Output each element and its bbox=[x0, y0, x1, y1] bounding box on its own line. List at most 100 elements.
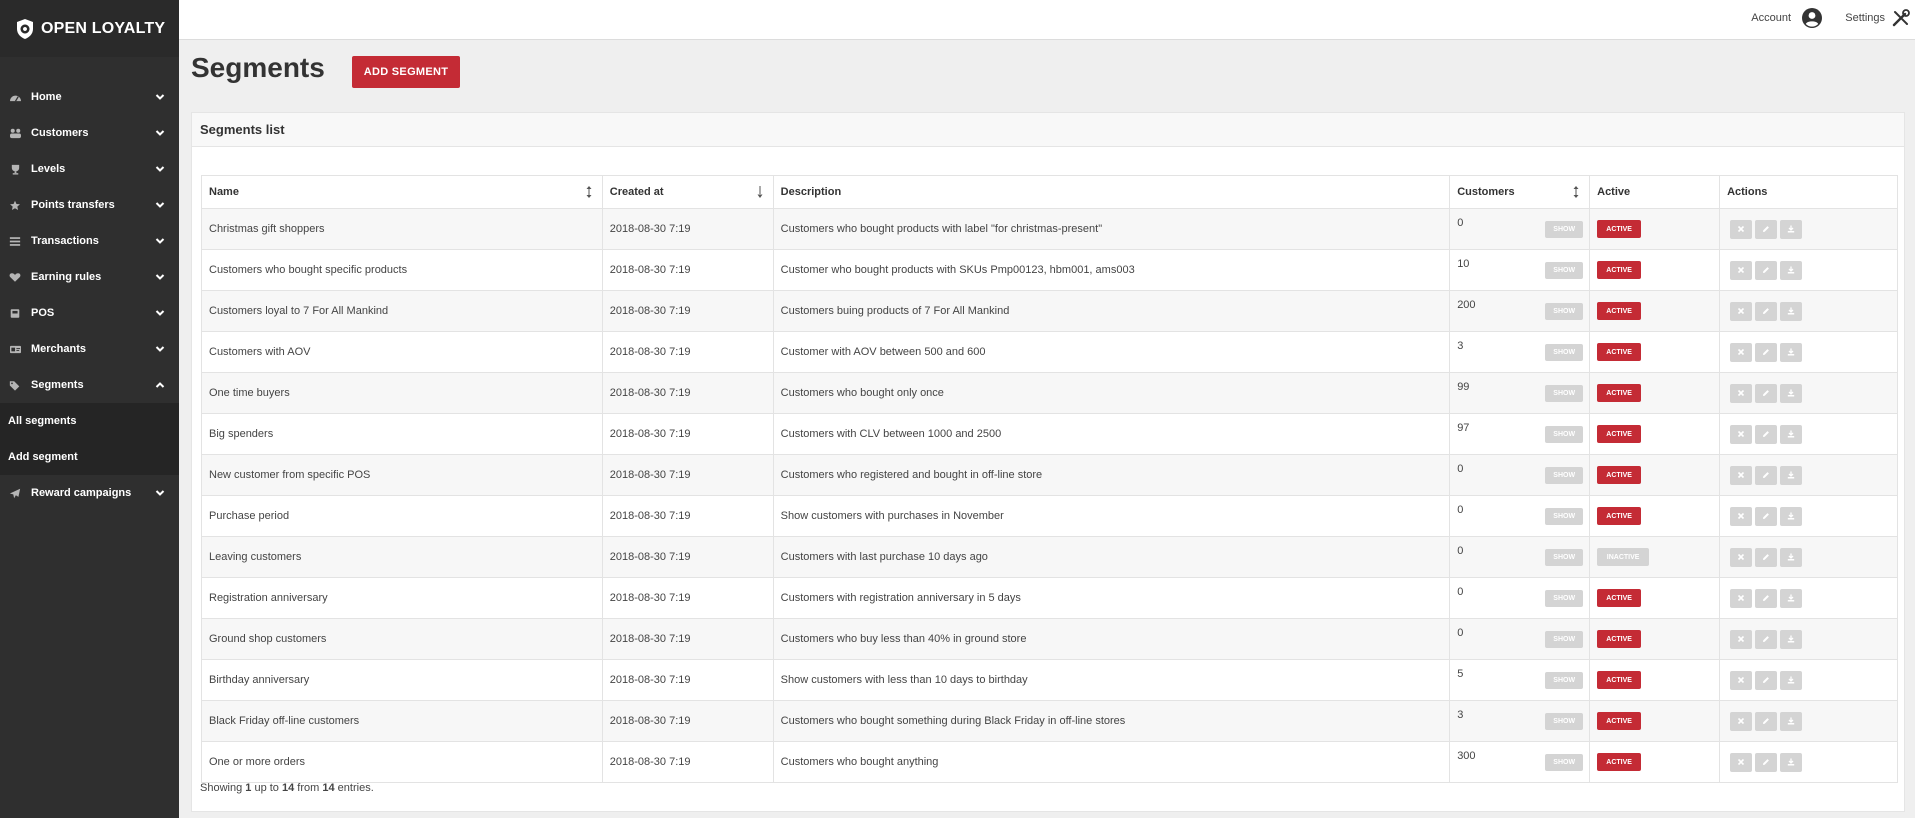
column-header-customers[interactable]: Customers bbox=[1449, 175, 1591, 209]
deactivate-button[interactable] bbox=[1730, 465, 1753, 485]
segment-name: Leaving customers bbox=[201, 536, 603, 578]
download-button[interactable] bbox=[1780, 342, 1803, 362]
show-customers-button[interactable]: SHOW bbox=[1545, 549, 1584, 566]
brand-logo[interactable]: OPEN LOYALTY bbox=[0, 0, 179, 57]
deactivate-button[interactable] bbox=[1730, 547, 1753, 567]
sidebar-item-earning-rules[interactable]: Earning rules bbox=[0, 259, 179, 295]
active-cell: ACTIVE bbox=[1589, 577, 1721, 619]
show-customers-button[interactable]: SHOW bbox=[1545, 590, 1584, 607]
edit-button[interactable] bbox=[1755, 670, 1778, 690]
edit-button[interactable] bbox=[1755, 588, 1778, 608]
show-customers-button[interactable]: SHOW bbox=[1545, 508, 1584, 525]
edit-button[interactable] bbox=[1755, 342, 1778, 362]
edit-button[interactable] bbox=[1755, 465, 1778, 485]
deactivate-button[interactable] bbox=[1730, 219, 1753, 239]
download-button[interactable] bbox=[1780, 424, 1803, 444]
status-badge[interactable]: ACTIVE bbox=[1597, 261, 1642, 279]
table-row: Ground shop customers 2018-08-30 7:19 Cust… bbox=[201, 618, 1898, 660]
status-badge[interactable]: ACTIVE bbox=[1597, 630, 1642, 648]
settings-link[interactable]: Settings bbox=[1845, 0, 1915, 36]
edit-button[interactable] bbox=[1755, 219, 1778, 239]
segment-name: Christmas gift shoppers bbox=[201, 208, 603, 250]
status-badge[interactable]: ACTIVE bbox=[1597, 507, 1642, 525]
download-button[interactable] bbox=[1780, 465, 1803, 485]
edit-button[interactable] bbox=[1755, 260, 1778, 280]
edit-button[interactable] bbox=[1755, 711, 1778, 731]
show-customers-button[interactable]: SHOW bbox=[1545, 631, 1584, 648]
deactivate-button[interactable] bbox=[1730, 506, 1753, 526]
actions-cell bbox=[1719, 700, 1898, 742]
edit-button[interactable] bbox=[1755, 301, 1778, 321]
show-customers-button[interactable]: SHOW bbox=[1545, 385, 1584, 402]
sidebar-item-points-transfers[interactable]: Points transfers bbox=[0, 187, 179, 223]
status-badge[interactable]: INACTIVE bbox=[1597, 548, 1650, 566]
customer-count: 0 bbox=[1457, 545, 1464, 557]
sidebar-item-transactions[interactable]: Transactions bbox=[0, 223, 179, 259]
segment-description: Customers who bought only once bbox=[772, 372, 1451, 414]
column-header-name[interactable]: Name bbox=[201, 175, 603, 209]
sidebar-subitem-add-segment[interactable]: Add segment bbox=[0, 439, 179, 475]
deactivate-button[interactable] bbox=[1730, 342, 1753, 362]
show-customers-button[interactable]: SHOW bbox=[1545, 672, 1584, 689]
download-button[interactable] bbox=[1780, 383, 1803, 403]
download-button[interactable] bbox=[1780, 219, 1803, 239]
deactivate-button[interactable] bbox=[1730, 383, 1753, 403]
sidebar-item-reward-campaigns[interactable]: Reward campaigns bbox=[0, 475, 179, 511]
download-button[interactable] bbox=[1780, 629, 1803, 649]
download-button[interactable] bbox=[1780, 670, 1803, 690]
pencil-icon bbox=[1763, 308, 1769, 314]
download-button[interactable] bbox=[1780, 588, 1803, 608]
status-badge[interactable]: ACTIVE bbox=[1597, 220, 1642, 238]
deactivate-button[interactable] bbox=[1730, 260, 1753, 280]
edit-button[interactable] bbox=[1755, 629, 1778, 649]
download-button[interactable] bbox=[1780, 301, 1803, 321]
download-button[interactable] bbox=[1780, 547, 1803, 567]
deactivate-button[interactable] bbox=[1730, 752, 1753, 772]
sidebar-item-pos[interactable]: POS bbox=[0, 295, 179, 331]
show-customers-button[interactable]: SHOW bbox=[1545, 344, 1584, 361]
status-badge[interactable]: ACTIVE bbox=[1597, 343, 1642, 361]
show-customers-button[interactable]: SHOW bbox=[1545, 754, 1584, 771]
edit-button[interactable] bbox=[1755, 383, 1778, 403]
show-customers-button[interactable]: SHOW bbox=[1545, 221, 1584, 238]
column-header-created-at[interactable]: Created at bbox=[601, 175, 774, 209]
edit-button[interactable] bbox=[1755, 506, 1778, 526]
show-customers-button[interactable]: SHOW bbox=[1545, 262, 1584, 279]
status-badge[interactable]: ACTIVE bbox=[1597, 753, 1642, 771]
status-badge[interactable]: ACTIVE bbox=[1597, 671, 1642, 689]
chevron-up-icon bbox=[155, 382, 165, 388]
download-button[interactable] bbox=[1780, 506, 1803, 526]
status-badge[interactable]: ACTIVE bbox=[1597, 302, 1642, 320]
edit-button[interactable] bbox=[1755, 547, 1778, 567]
account-link[interactable]: Account bbox=[1751, 0, 1822, 36]
deactivate-button[interactable] bbox=[1730, 424, 1753, 444]
show-customers-button[interactable]: SHOW bbox=[1545, 303, 1584, 320]
close-icon bbox=[1737, 307, 1745, 315]
status-badge[interactable]: ACTIVE bbox=[1597, 425, 1642, 443]
sidebar-item-customers[interactable]: Customers bbox=[0, 115, 179, 151]
sidebar-item-segments[interactable]: Segments bbox=[0, 367, 179, 403]
download-button[interactable] bbox=[1780, 752, 1803, 772]
status-badge[interactable]: ACTIVE bbox=[1597, 466, 1642, 484]
status-badge[interactable]: ACTIVE bbox=[1597, 589, 1642, 607]
sidebar-subitem-all-segments[interactable]: All segments bbox=[0, 403, 179, 439]
actions-cell bbox=[1719, 331, 1898, 373]
status-badge[interactable]: ACTIVE bbox=[1597, 384, 1642, 402]
sidebar-item-merchants[interactable]: Merchants bbox=[0, 331, 179, 367]
sidebar-item-home[interactable]: Home bbox=[0, 79, 179, 115]
deactivate-button[interactable] bbox=[1730, 301, 1753, 321]
add-segment-button[interactable]: ADD SEGMENT bbox=[352, 56, 460, 88]
status-badge[interactable]: ACTIVE bbox=[1597, 712, 1642, 730]
show-customers-button[interactable]: SHOW bbox=[1545, 467, 1584, 484]
deactivate-button[interactable] bbox=[1730, 711, 1753, 731]
deactivate-button[interactable] bbox=[1730, 629, 1753, 649]
download-button[interactable] bbox=[1780, 711, 1803, 731]
show-customers-button[interactable]: SHOW bbox=[1545, 426, 1584, 443]
edit-button[interactable] bbox=[1755, 424, 1778, 444]
sidebar-item-levels[interactable]: Levels bbox=[0, 151, 179, 187]
deactivate-button[interactable] bbox=[1730, 588, 1753, 608]
download-button[interactable] bbox=[1780, 260, 1803, 280]
edit-button[interactable] bbox=[1755, 752, 1778, 772]
show-customers-button[interactable]: SHOW bbox=[1545, 713, 1584, 730]
deactivate-button[interactable] bbox=[1730, 670, 1753, 690]
